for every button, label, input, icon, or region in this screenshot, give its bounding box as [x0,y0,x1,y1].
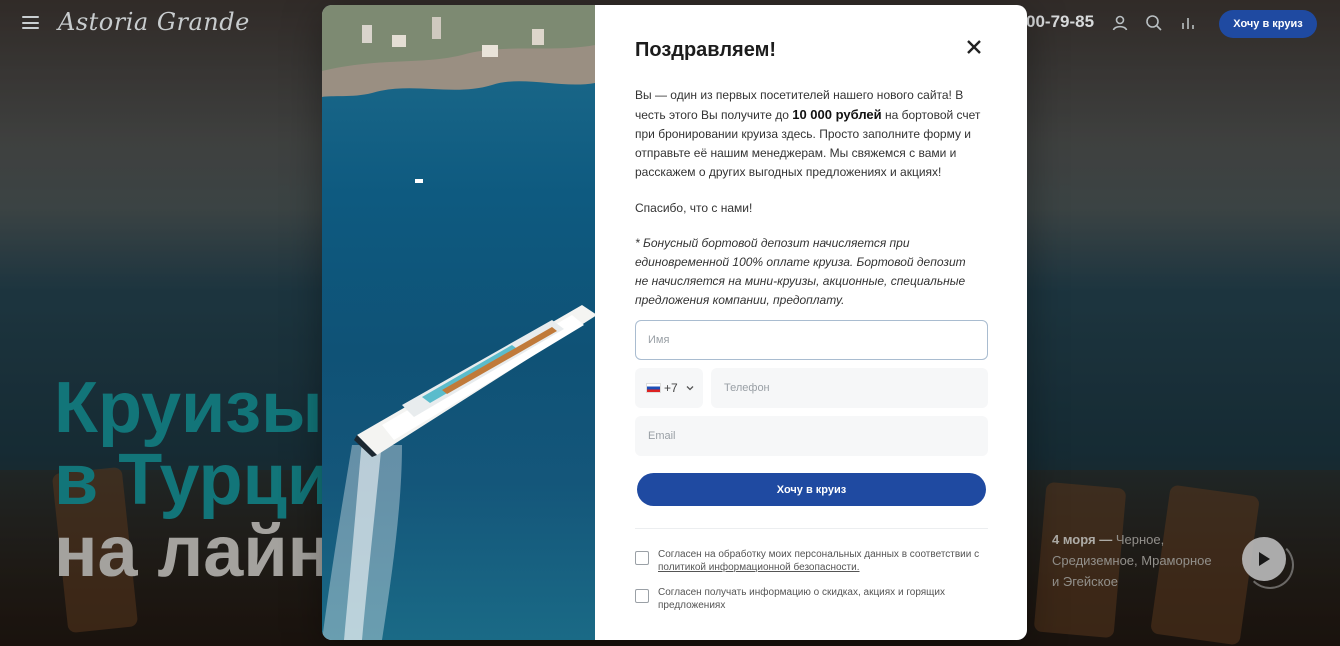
modal-description: Вы — один из первых посетителей нашего н… [635,86,987,182]
promo-modal: Поздравляем! Вы — один из первых посетит… [322,5,1027,640]
accessibility-icon[interactable] [1179,14,1197,32]
consent-newsletter: Согласен получать информацию о скидках, … [635,586,988,612]
user-icon[interactable] [1111,14,1129,32]
privacy-policy-link[interactable]: политикой информационной безопасности. [658,562,860,573]
header-cta-button[interactable]: Хочу в круиз [1219,10,1317,38]
phone-input[interactable]: Телефон [711,368,988,408]
email-input[interactable]: Email [635,416,988,456]
consent-newsletter-label: Согласен получать информацию о скидках, … [658,587,945,611]
small-boat [415,179,423,183]
submit-button[interactable]: Хочу в круиз [637,473,986,506]
chevron-down-icon [686,386,694,391]
country-code-select[interactable]: +7 [635,368,703,408]
modal-content: Поздравляем! Вы — один из первых посетит… [595,5,1027,640]
consent-text: Согласен на обработку моих персональных … [658,549,980,560]
site-logo[interactable]: Astoria Grande [58,8,250,36]
country-code-value: +7 [664,381,678,395]
thanks-text: Спасибо, что с нами! [635,201,753,215]
divider [635,528,988,529]
cruise-ship [354,305,595,457]
close-icon[interactable] [965,38,983,56]
name-input[interactable]: Имя [635,320,988,360]
russia-flag-icon [646,383,661,393]
consent-personal-data: Согласен на обработку моих персональных … [635,548,988,574]
bonus-footnote: * Бонусный бортовой депозит начисляется … [635,236,966,307]
consent-personal-data-checkbox[interactable] [635,551,649,565]
cruise-ship-image [322,5,595,640]
search-icon[interactable] [1145,14,1163,32]
menu-icon[interactable] [22,16,39,29]
modal-title: Поздравляем! [635,39,777,61]
consent-personal-data-label: Согласен на обработку моих персональных … [658,548,988,574]
consent-newsletter-checkbox[interactable] [635,589,649,603]
bonus-amount: 10 000 рублей [792,107,882,122]
city-coast [322,5,595,97]
phone-number[interactable]: 00-79-85 [1026,12,1094,32]
